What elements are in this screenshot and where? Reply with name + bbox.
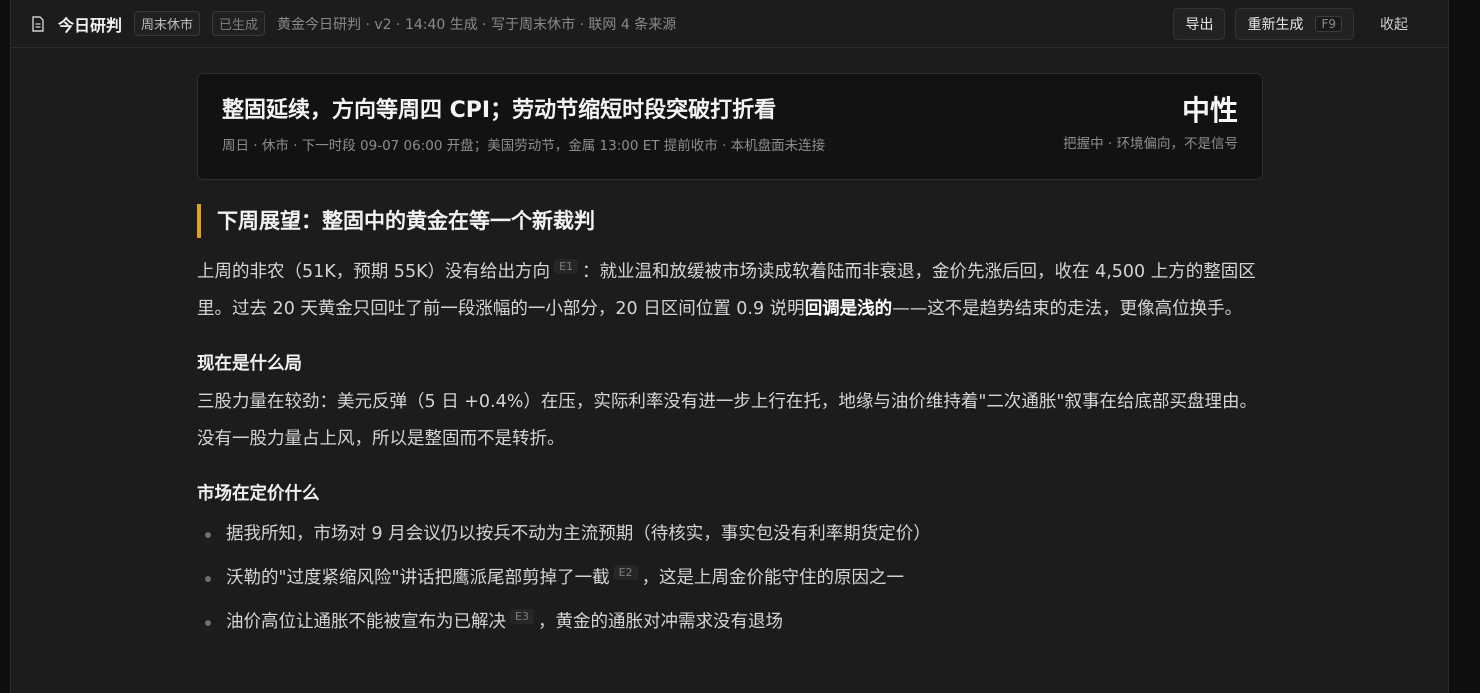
situation-heading: 现在是什么局 [197, 354, 302, 374]
verdict-note: 把握中 · 环境偏向，不是信号 [1063, 136, 1238, 152]
citation-badge[interactable]: E1 [554, 259, 579, 275]
market-status-tag: 周末休市 [134, 11, 201, 36]
report-content: 整固延续，方向等周四 CPI；劳动节缩短时段突破打折看 周日 · 休市 · 下一… [197, 73, 1263, 648]
panel-title: 今日研判 [58, 15, 123, 35]
citation-badge[interactable]: E2 [613, 565, 638, 581]
research-panel: 今日研判 周末休市 已生成 黄金今日研判 · v2 · 14:40 生成 · 写… [10, 0, 1449, 693]
list-item: 沃勒的"过度紧缩风险"讲话把鹰派尾部剪掉了一截 E2 ，这是上周金价能守住的原因之一 [197, 560, 1263, 597]
situation-paragraph: 三股力量在较劲：美元反弹（5 日 +0.4%）在压，实际利率没有进一步上行在托，… [197, 392, 1257, 449]
panel-header: 今日研判 周末休市 已生成 黄金今日研判 · v2 · 14:40 生成 · 写… [11, 0, 1448, 48]
list-item: 据我所知，市场对 9 月会议仍以按兵不动为主流预期（待核实，事实包没有利率期货定… [197, 516, 1263, 553]
verdict-block: 中性 把握中 · 环境偏向，不是信号 [1063, 92, 1238, 152]
regenerate-shortcut: F9 [1315, 15, 1342, 32]
pricing-list: 据我所知，市场对 9 月会议仍以按兵不动为主流预期（待核实，事实包没有利率期货定… [197, 516, 1263, 641]
list-item: 油价高位让通胀不能被宣布为已解决 E3 ，黄金的通胀对冲需求没有退场 [197, 604, 1263, 641]
regenerate-button[interactable]: 重新生成 F9 [1235, 7, 1354, 40]
citation-badge[interactable]: E3 [510, 609, 534, 625]
outlook-paragraph: 上周的非农（51K，预期 55K）没有给出方向 E1 ：就业温和放缓被市场读成软着陆… [197, 259, 1256, 319]
document-icon [31, 15, 45, 32]
section-title: 下周展望：整固中的黄金在等一个新裁判 [197, 204, 1263, 238]
collapse-button[interactable]: 收起 [1380, 14, 1408, 34]
verdict-label: 中性 [1181, 94, 1238, 127]
export-button[interactable]: 导出 [1173, 7, 1226, 40]
generated-status-tag: 已生成 [212, 11, 266, 36]
emphasis-text: 回调是浅的 [804, 299, 893, 319]
pricing-heading: 市场在定价什么 [197, 484, 320, 504]
report-meta: 黄金今日研判 · v2 · 14:40 生成 · 写于周末休市 · 联网 4 条… [277, 16, 677, 33]
summary-card: 整固延续，方向等周四 CPI；劳动节缩短时段突破打折看 周日 · 休市 · 下一… [197, 73, 1263, 180]
